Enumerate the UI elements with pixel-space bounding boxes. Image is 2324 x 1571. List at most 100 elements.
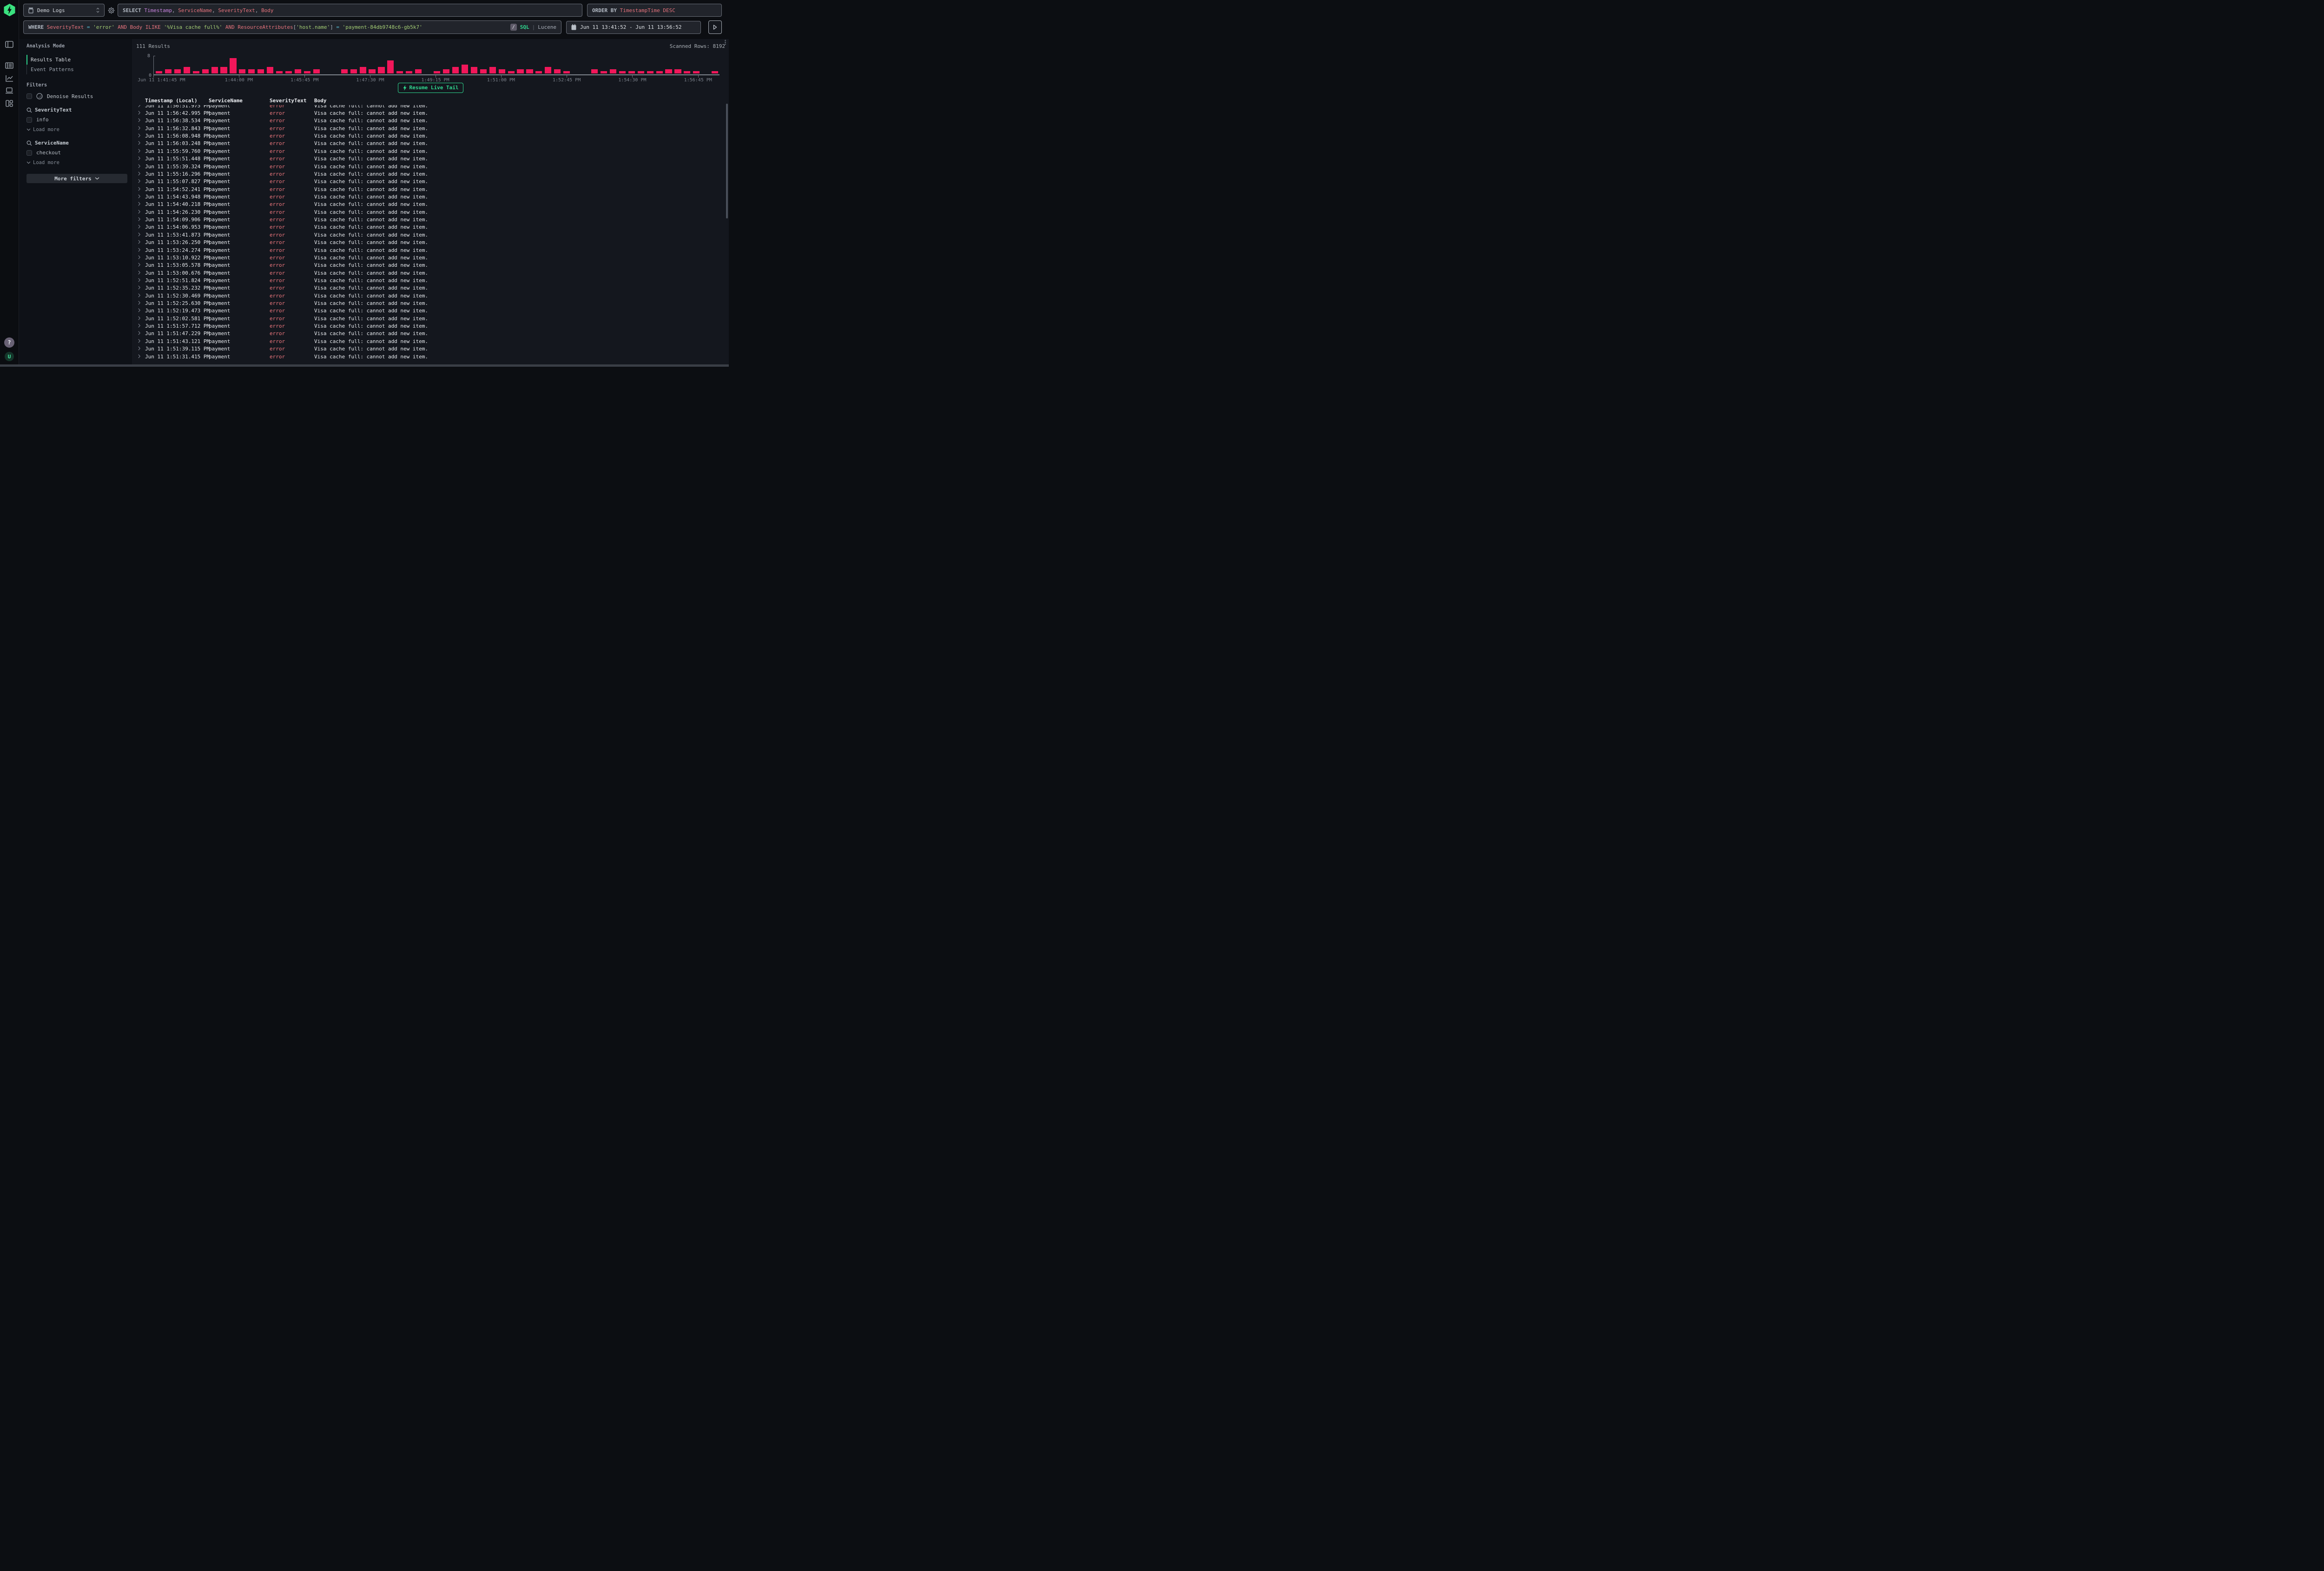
- row-expand-chevron-icon[interactable]: [138, 361, 145, 362]
- row-expand-chevron-icon[interactable]: [138, 293, 145, 299]
- table-row[interactable]: Jun 11 1:54:09.906 PM payment error Visa…: [136, 216, 725, 223]
- histogram-bar[interactable]: [535, 71, 542, 73]
- row-expand-chevron-icon[interactable]: [138, 186, 145, 192]
- table-row[interactable]: Jun 11 1:56:03.248 PM payment error Visa…: [136, 140, 725, 147]
- table-row[interactable]: Jun 11 1:56:32.843 PM payment error Visa…: [136, 125, 725, 132]
- avatar[interactable]: U: [5, 352, 14, 361]
- histogram-bar[interactable]: [156, 71, 162, 73]
- language-sql[interactable]: SQL: [520, 24, 529, 30]
- table-row[interactable]: Jun 11 1:51:57.712 PM payment error Visa…: [136, 322, 725, 330]
- histogram-bar[interactable]: [220, 67, 227, 73]
- table-row[interactable]: Jun 11 1:52:30.469 PM payment error Visa…: [136, 292, 725, 299]
- table-row[interactable]: Jun 11 1:56:51.975 PM payment error Visa…: [136, 105, 725, 109]
- row-expand-chevron-icon[interactable]: [138, 239, 145, 245]
- table-row[interactable]: Jun 11 1:55:59.760 PM payment error Visa…: [136, 147, 725, 155]
- histogram-bar[interactable]: [628, 71, 635, 73]
- horizontal-scrollbar[interactable]: [0, 364, 729, 367]
- hyperdx-logo-icon[interactable]: [4, 4, 15, 16]
- column-header-timestamp[interactable]: Timestamp (Local): [145, 98, 209, 104]
- language-lucene[interactable]: Lucene: [538, 24, 556, 30]
- where-clause-input[interactable]: WHERE SeverityText = 'error' AND Body IL…: [23, 20, 561, 34]
- search-logs-icon[interactable]: [5, 61, 14, 70]
- more-filters-button[interactable]: More filters: [26, 174, 127, 183]
- dashboards-icon[interactable]: [5, 99, 14, 108]
- table-row[interactable]: Jun 11 1:51:31.415 PM payment error Visa…: [136, 353, 725, 360]
- search-icon[interactable]: [26, 140, 32, 146]
- table-row[interactable]: Jun 11 1:54:26.230 PM payment error Visa…: [136, 208, 725, 216]
- table-row[interactable]: Jun 11 1:56:08.948 PM payment error Visa…: [136, 132, 725, 139]
- histogram-bar[interactable]: [369, 69, 375, 74]
- histogram-bar[interactable]: [193, 71, 199, 73]
- histogram-bar[interactable]: [378, 67, 384, 73]
- table-row[interactable]: Jun 11 1:55:07.827 PM payment error Visa…: [136, 178, 725, 185]
- histogram-bar[interactable]: [674, 69, 681, 74]
- source-settings-button[interactable]: [107, 7, 115, 14]
- histogram-bar[interactable]: [517, 69, 523, 74]
- histogram-bar[interactable]: [545, 67, 551, 73]
- histogram-bar[interactable]: [665, 69, 672, 74]
- row-expand-chevron-icon[interactable]: [138, 338, 145, 344]
- row-expand-chevron-icon[interactable]: [138, 277, 145, 284]
- histogram-bar[interactable]: [554, 69, 561, 74]
- histogram-bar[interactable]: [313, 69, 320, 74]
- row-expand-chevron-icon[interactable]: [138, 118, 145, 124]
- table-row[interactable]: Jun 11 1:55:16.296 PM payment error Visa…: [136, 170, 725, 178]
- table-row[interactable]: Jun 11 1:54:43.948 PM payment error Visa…: [136, 193, 725, 200]
- checkout-checkbox[interactable]: [26, 150, 32, 156]
- table-row[interactable]: Jun 11 1:56:42.995 PM payment error Visa…: [136, 109, 725, 117]
- histogram-bar[interactable]: [202, 69, 209, 74]
- histogram-bar[interactable]: [276, 71, 283, 73]
- service-load-more[interactable]: Load more: [26, 160, 127, 165]
- row-expand-chevron-icon[interactable]: [138, 217, 145, 223]
- table-row[interactable]: Jun 11 1:54:52.241 PM payment error Visa…: [136, 185, 725, 193]
- search-icon[interactable]: [26, 107, 32, 113]
- histogram-bar[interactable]: [480, 69, 487, 74]
- order-by-input[interactable]: ORDER BY TimestampTime DESC: [587, 4, 722, 17]
- row-expand-chevron-icon[interactable]: [138, 194, 145, 200]
- row-expand-chevron-icon[interactable]: [138, 171, 145, 177]
- table-row[interactable]: Jun 11 1:51:39.115 PM payment error Visa…: [136, 345, 725, 353]
- histogram-bar[interactable]: [341, 69, 348, 74]
- table-row[interactable]: Jun 11 1:53:24.274 PM payment error Visa…: [136, 246, 725, 254]
- table-row[interactable]: Jun 11 1:52:19.473 PM payment error Visa…: [136, 307, 725, 315]
- row-expand-chevron-icon[interactable]: [138, 209, 145, 215]
- histogram-bar[interactable]: [239, 69, 245, 74]
- histogram-bar[interactable]: [499, 69, 505, 74]
- histogram-bar[interactable]: [415, 69, 422, 74]
- row-expand-chevron-icon[interactable]: [138, 316, 145, 322]
- row-expand-chevron-icon[interactable]: [138, 346, 145, 352]
- histogram-bar[interactable]: [443, 69, 449, 74]
- checkout-label[interactable]: checkout: [36, 150, 61, 156]
- row-expand-chevron-icon[interactable]: [138, 354, 145, 360]
- histogram-bar[interactable]: [257, 69, 264, 74]
- help-button[interactable]: ?: [4, 337, 14, 348]
- row-expand-chevron-icon[interactable]: [138, 133, 145, 139]
- table-row[interactable]: Jun 11 1:53:26.250 PM payment error Visa…: [136, 238, 725, 246]
- resume-live-tail-button[interactable]: Resume Live Tail: [398, 83, 464, 93]
- histogram-bar[interactable]: [387, 60, 394, 74]
- table-row[interactable]: Jun 11 1:51:47.229 PM payment error Visa…: [136, 330, 725, 337]
- table-row[interactable]: Jun 11 1:54:06.953 PM payment error Visa…: [136, 224, 725, 231]
- histogram-bar[interactable]: [601, 71, 607, 73]
- select-clause-input[interactable]: SELECT Timestamp, ServiceName, SeverityT…: [118, 4, 582, 17]
- mode-results-table[interactable]: Results Table: [27, 55, 127, 65]
- chart-explorer-icon[interactable]: [5, 73, 14, 83]
- table-row[interactable]: Jun 11 1:52:25.630 PM payment error Visa…: [136, 299, 725, 307]
- table-row[interactable]: Jun 11 1:53:10.922 PM payment error Visa…: [136, 254, 725, 261]
- row-expand-chevron-icon[interactable]: [138, 270, 145, 276]
- client-sessions-icon[interactable]: [5, 86, 14, 95]
- histogram-bar[interactable]: [174, 69, 181, 74]
- row-expand-chevron-icon[interactable]: [138, 255, 145, 261]
- histogram-bar[interactable]: [508, 71, 515, 73]
- row-expand-chevron-icon[interactable]: [138, 262, 145, 268]
- histogram-bar[interactable]: [712, 71, 718, 73]
- histogram-bar[interactable]: [165, 69, 172, 74]
- table-row[interactable]: Jun 11 1:51:22.457 PM payment error Visa…: [136, 360, 725, 362]
- row-expand-chevron-icon[interactable]: [138, 164, 145, 170]
- mode-event-patterns[interactable]: Event Patterns: [27, 65, 127, 74]
- table-row[interactable]: Jun 11 1:53:41.873 PM payment error Visa…: [136, 231, 725, 238]
- table-row[interactable]: Jun 11 1:53:00.676 PM payment error Visa…: [136, 269, 725, 277]
- table-options-kebab-icon[interactable]: [725, 40, 726, 45]
- table-row[interactable]: Jun 11 1:56:38.534 PM payment error Visa…: [136, 117, 725, 125]
- table-row[interactable]: Jun 11 1:52:02.581 PM payment error Visa…: [136, 315, 725, 322]
